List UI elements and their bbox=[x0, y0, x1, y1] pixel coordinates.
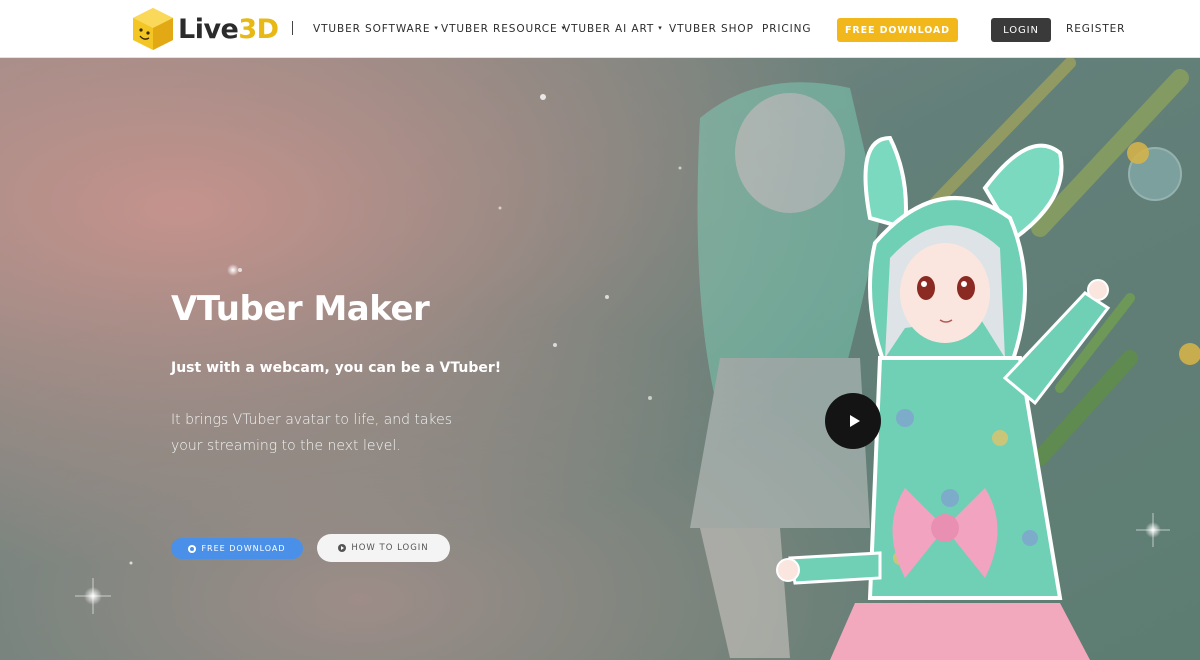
nav-label: VTUBER SOFTWARE bbox=[313, 23, 431, 35]
video-play-button[interactable] bbox=[825, 393, 881, 449]
register-link[interactable]: REGISTER bbox=[1066, 23, 1125, 35]
cta-download-label: FREE DOWNLOAD bbox=[201, 544, 286, 553]
nav-label: VTUBER RESOURCE bbox=[441, 23, 558, 35]
nav-vtuber-resource[interactable]: VTUBER RESOURCE ▾ bbox=[441, 23, 566, 35]
hero-free-download-button[interactable]: FREE DOWNLOAD bbox=[171, 538, 303, 559]
hero-section: VTuber Maker Just with a webcam, you can… bbox=[0, 58, 1200, 660]
hero-description: It brings VTuber avatar to life, and tak… bbox=[171, 412, 453, 454]
play-circle-icon bbox=[338, 544, 347, 552]
nav-label: VTUBER SHOP bbox=[669, 23, 754, 35]
site-header: Live3D VTUBER SOFTWARE ▾ VTUBER RESOURCE ▾… bbox=[0, 0, 1200, 58]
nav-vtuber-software[interactable]: VTUBER SOFTWARE ▾ bbox=[313, 23, 439, 35]
cta-login-label: HOW TO LOGIN bbox=[351, 543, 429, 553]
nav-pricing[interactable]: PRICING bbox=[762, 23, 811, 35]
free-download-button[interactable]: FREE DOWNLOAD bbox=[837, 18, 958, 42]
download-icon bbox=[188, 544, 197, 553]
how-to-login-button[interactable]: HOW TO LOGIN bbox=[317, 534, 450, 562]
hero-title: VTuber Maker bbox=[171, 289, 430, 329]
play-icon bbox=[849, 415, 860, 427]
nav-label: VTUBER AI ART bbox=[563, 23, 655, 35]
caret-down-icon: ▾ bbox=[658, 24, 663, 32]
login-button[interactable]: LOGIN bbox=[991, 18, 1051, 42]
nav-vtuber-ai-art[interactable]: VTUBER AI ART ▾ bbox=[563, 23, 663, 35]
nav-vtuber-shop[interactable]: VTUBER SHOP bbox=[669, 23, 754, 35]
hero-background-illustration bbox=[0, 58, 1200, 660]
caret-down-icon: ▾ bbox=[434, 24, 439, 32]
hero-subtitle: Just with a webcam, you can be a VTuber! bbox=[171, 360, 502, 376]
nav-label: PRICING bbox=[762, 23, 812, 35]
